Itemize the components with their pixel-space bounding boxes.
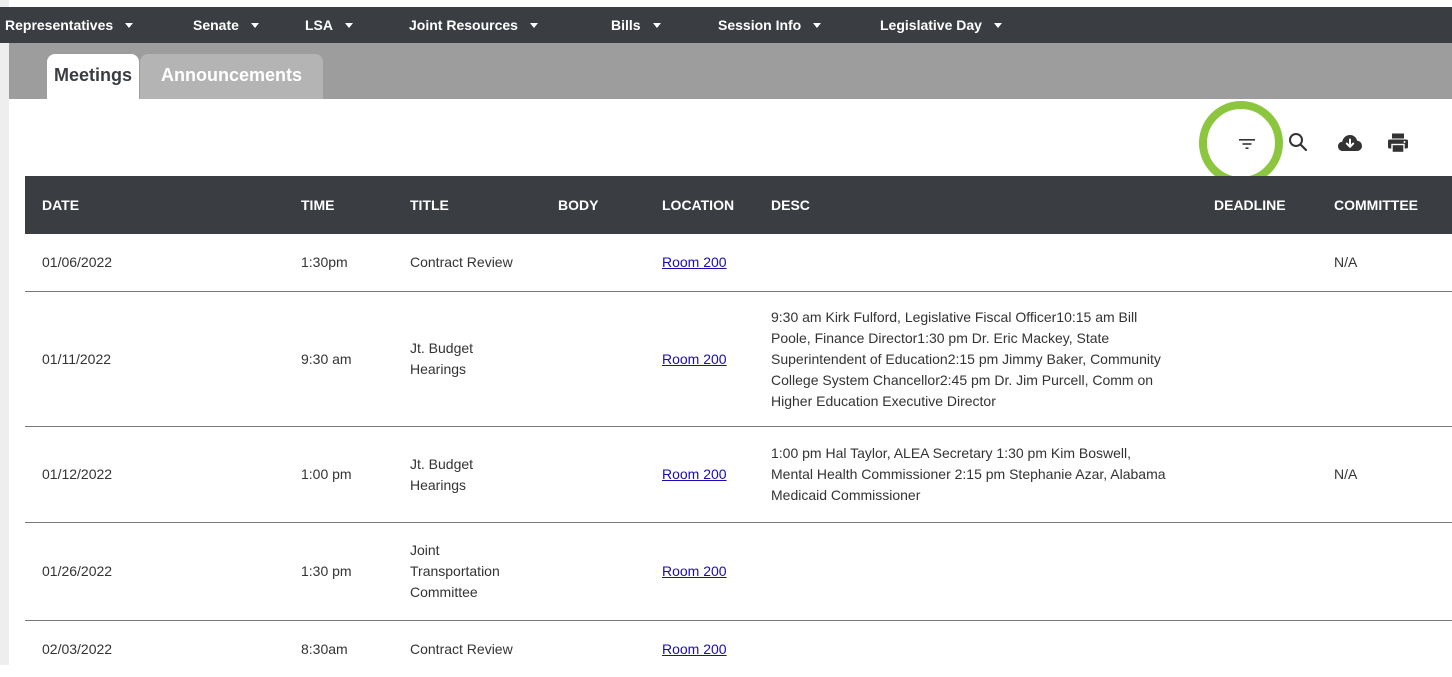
nav-item-lsa[interactable]: LSA xyxy=(305,7,353,43)
table-row: 01/26/2022 1:30 pm Joint Transportation … xyxy=(25,523,1452,621)
cell-date: 02/03/2022 xyxy=(42,640,113,657)
column-header-committee[interactable]: COMMITTEE xyxy=(1334,176,1418,234)
cloud-download-icon xyxy=(1338,135,1362,151)
nav-item-label: LSA xyxy=(305,17,333,33)
download-button[interactable] xyxy=(1335,130,1365,156)
table-header: DATE TIME TITLE BODY LOCATION DESC DEADL… xyxy=(25,176,1452,234)
cell-time: 9:30 am xyxy=(301,350,352,367)
column-header-date[interactable]: DATE xyxy=(42,176,79,234)
search-button[interactable] xyxy=(1284,128,1312,156)
cell-location: Room 200 xyxy=(662,234,727,291)
print-icon xyxy=(1388,133,1408,154)
cell-committee: N/A xyxy=(1334,466,1358,482)
cell-desc xyxy=(771,523,1176,620)
caret-down-icon xyxy=(993,22,1002,28)
cell-desc: 1:00 pm Hal Taylor, ALEA Secretary 1:30 … xyxy=(771,445,1166,503)
cell-title: Jt. Budget Hearings xyxy=(410,340,474,377)
column-header-body[interactable]: BODY xyxy=(558,176,598,234)
cell-desc xyxy=(771,234,1191,291)
caret-down-icon xyxy=(529,22,538,28)
nav-item-label: Legislative Day xyxy=(880,17,982,33)
cell-location: Room 200 xyxy=(662,523,727,620)
column-header-title[interactable]: TITLE xyxy=(410,176,449,234)
table-row: 01/12/2022 1:00 pm Jt. Budget Hearings R… xyxy=(25,427,1452,523)
filter-icon xyxy=(1239,139,1255,149)
cell-desc: 9:30 am Kirk Fulford, Legislative Fiscal… xyxy=(771,308,1161,409)
caret-down-icon xyxy=(652,22,661,28)
nav-item-legislative-day[interactable]: Legislative Day xyxy=(880,7,1002,43)
search-icon xyxy=(1289,133,1308,152)
cell-title: Contract Review xyxy=(410,640,513,657)
cell-title: Jt. Budget Hearings xyxy=(410,455,474,493)
cell-title: Joint Transportation Committee xyxy=(410,542,500,600)
cell-title: Contract Review xyxy=(410,254,513,270)
left-rail xyxy=(0,0,9,665)
cell-time: 1:30 pm xyxy=(301,563,352,579)
caret-down-icon xyxy=(250,22,259,28)
cell-time: 1:30pm xyxy=(301,254,348,270)
nav-item-representatives[interactable]: Representatives xyxy=(5,7,134,43)
nav-item-label: Senate xyxy=(193,17,239,33)
tab-announcements[interactable]: Announcements xyxy=(140,54,323,99)
cell-date: 01/11/2022 xyxy=(42,350,112,367)
table-row: 01/06/2022 1:30pm Contract Review Room 2… xyxy=(25,234,1452,292)
location-link[interactable]: Room 200 xyxy=(662,561,727,582)
nav-item-bills[interactable]: Bills xyxy=(611,7,661,43)
nav-item-session-info[interactable]: Session Info xyxy=(718,7,822,43)
column-header-desc[interactable]: DESC xyxy=(771,176,810,234)
cell-location: Room 200 xyxy=(662,427,727,522)
cell-desc xyxy=(771,621,1176,677)
cell-location: Room 200 xyxy=(662,292,727,426)
cell-date: 01/26/2022 xyxy=(42,563,113,579)
table-row: 01/11/2022 9:30 am Jt. Budget Hearings R… xyxy=(25,292,1452,427)
cell-date: 01/06/2022 xyxy=(42,254,113,270)
nav-item-label: Bills xyxy=(611,17,641,33)
nav-item-joint-resources[interactable]: Joint Resources xyxy=(409,7,538,43)
caret-down-icon xyxy=(125,22,134,28)
caret-down-icon xyxy=(813,22,822,28)
location-link[interactable]: Room 200 xyxy=(662,349,727,370)
cell-date: 01/12/2022 xyxy=(42,466,113,482)
tab-meetings[interactable]: Meetings xyxy=(47,54,139,99)
location-link[interactable]: Room 200 xyxy=(662,639,727,660)
nav-item-label: Representatives xyxy=(5,17,114,33)
nav-item-label: Joint Resources xyxy=(409,17,518,33)
column-header-time[interactable]: TIME xyxy=(301,176,334,234)
cell-time: 1:00 pm xyxy=(301,466,352,482)
caret-down-icon xyxy=(345,22,353,28)
top-nav: Representatives Senate LSA Joint Resourc… xyxy=(0,7,1452,43)
filter-button[interactable] xyxy=(1233,131,1261,157)
location-link[interactable]: Room 200 xyxy=(662,464,727,485)
column-header-deadline[interactable]: DEADLINE xyxy=(1214,176,1286,234)
column-header-location[interactable]: LOCATION xyxy=(662,176,734,234)
print-button[interactable] xyxy=(1384,129,1412,157)
cell-committee: N/A xyxy=(1334,254,1358,270)
table-row: 02/03/2022 8:30am Contract Review Room 2… xyxy=(25,621,1452,677)
location-link[interactable]: Room 200 xyxy=(662,252,727,273)
cell-time: 8:30am xyxy=(301,640,348,657)
tab-bar: Meetings Announcements xyxy=(9,43,1452,99)
nav-item-label: Session Info xyxy=(718,17,802,33)
nav-item-senate[interactable]: Senate xyxy=(193,7,259,43)
cell-location: Room 200 xyxy=(662,621,727,677)
